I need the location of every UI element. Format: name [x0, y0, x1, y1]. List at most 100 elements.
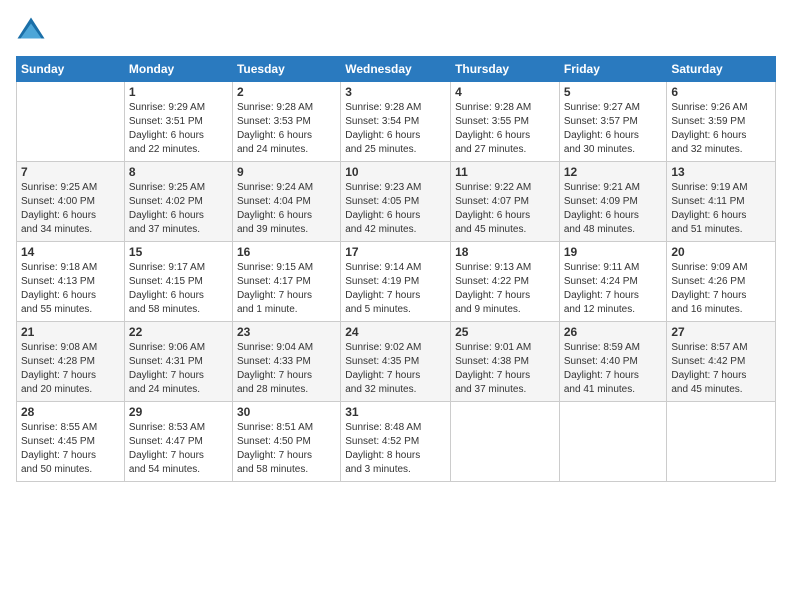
calendar-cell: 19Sunrise: 9:11 AMSunset: 4:24 PMDayligh… — [559, 242, 667, 322]
day-number: 2 — [237, 85, 336, 99]
day-number: 14 — [21, 245, 120, 259]
day-number: 23 — [237, 325, 336, 339]
calendar-cell: 18 Sunrise: 9:13 AMSunset: 4:22 PMDayligh… — [451, 242, 560, 322]
calendar-week-row: 14 Sunrise: 9:18 AMSunset: 4:13 PMDayligh… — [17, 242, 776, 322]
day-info: Sunrise: 8:51 AMSunset: 4:50 PMDaylight:… — [237, 421, 336, 477]
calendar-header-saturday: Saturday — [667, 57, 776, 82]
calendar-cell: 20 Sunrise: 9:09 AMSunset: 4:26 PMDayligh… — [667, 242, 776, 322]
day-number: 28 — [21, 405, 120, 419]
day-number: 16 — [237, 245, 336, 259]
calendar-cell: 6Sunrise: 9:26 AMSunset: 3:59 PMDaylight… — [667, 82, 776, 162]
calendar-cell: 30 Sunrise: 8:51 AMSunset: 4:50 PMDayligh… — [232, 402, 340, 482]
calendar-cell: 8 Sunrise: 9:25 AMSunset: 4:02 PMDaylight… — [124, 162, 232, 242]
day-info: Sunrise: 9:28 AMSunset: 3:55 PMDaylight:… — [455, 101, 555, 157]
day-info: Sunrise: 9:25 AMSunset: 4:00 PMDaylight:… — [21, 181, 120, 237]
day-info: Sunrise: 8:53 AMSunset: 4:47 PMDaylight:… — [129, 421, 228, 477]
calendar-week-row: 28 Sunrise: 8:55 AMSunset: 4:45 PMDayligh… — [17, 402, 776, 482]
day-number: 30 — [237, 405, 336, 419]
calendar-cell: 15 Sunrise: 9:17 AMSunset: 4:15 PMDayligh… — [124, 242, 232, 322]
calendar-week-row: 1 Sunrise: 9:29 AMSunset: 3:51 PMDaylight… — [17, 82, 776, 162]
day-info: Sunrise: 9:28 AMSunset: 3:54 PMDaylight:… — [345, 101, 446, 157]
calendar-cell: 22Sunrise: 9:06 AMSunset: 4:31 PMDayligh… — [124, 322, 232, 402]
calendar-header-thursday: Thursday — [451, 57, 560, 82]
page: SundayMondayTuesdayWednesdayThursdayFrid… — [0, 0, 792, 612]
day-number: 21 — [21, 325, 120, 339]
calendar-cell: 14 Sunrise: 9:18 AMSunset: 4:13 PMDayligh… — [17, 242, 125, 322]
day-info: Sunrise: 9:26 AMSunset: 3:59 PMDaylight:… — [671, 101, 771, 157]
day-number: 10 — [345, 165, 446, 179]
calendar-cell: 23 Sunrise: 9:04 AMSunset: 4:33 PMDayligh… — [232, 322, 340, 402]
day-info: Sunrise: 9:04 AMSunset: 4:33 PMDaylight:… — [237, 341, 336, 397]
day-info: Sunrise: 9:28 AMSunset: 3:53 PMDaylight:… — [237, 101, 336, 157]
calendar-cell: 2 Sunrise: 9:28 AMSunset: 3:53 PMDaylight… — [232, 82, 340, 162]
day-info: Sunrise: 9:08 AMSunset: 4:28 PMDaylight:… — [21, 341, 120, 397]
day-number: 4 — [455, 85, 555, 99]
day-info: Sunrise: 9:18 AMSunset: 4:13 PMDaylight:… — [21, 261, 120, 317]
calendar-header-row: SundayMondayTuesdayWednesdayThursdayFrid… — [17, 57, 776, 82]
calendar-cell: 25Sunrise: 9:01 AMSunset: 4:38 PMDayligh… — [451, 322, 560, 402]
calendar-week-row: 7 Sunrise: 9:25 AMSunset: 4:00 PMDaylight… — [17, 162, 776, 242]
calendar-cell: 11 Sunrise: 9:22 AMSunset: 4:07 PMDayligh… — [451, 162, 560, 242]
day-info: Sunrise: 9:02 AMSunset: 4:35 PMDaylight:… — [345, 341, 446, 397]
day-number: 31 — [345, 405, 446, 419]
calendar-header-tuesday: Tuesday — [232, 57, 340, 82]
day-number: 11 — [455, 165, 555, 179]
calendar-cell: 12 Sunrise: 9:21 AMSunset: 4:09 PMDayligh… — [559, 162, 667, 242]
day-number: 26 — [564, 325, 663, 339]
calendar-header-monday: Monday — [124, 57, 232, 82]
calendar-cell: 1 Sunrise: 9:29 AMSunset: 3:51 PMDaylight… — [124, 82, 232, 162]
calendar-cell: 24 Sunrise: 9:02 AMSunset: 4:35 PMDayligh… — [341, 322, 451, 402]
day-info: Sunrise: 9:09 AMSunset: 4:26 PMDaylight:… — [671, 261, 771, 317]
day-info: Sunrise: 9:22 AMSunset: 4:07 PMDaylight:… — [455, 181, 555, 237]
calendar-cell: 7 Sunrise: 9:25 AMSunset: 4:00 PMDaylight… — [17, 162, 125, 242]
day-number: 20 — [671, 245, 771, 259]
calendar-cell: 21 Sunrise: 9:08 AMSunset: 4:28 PMDayligh… — [17, 322, 125, 402]
calendar-cell: 27 Sunrise: 8:57 AMSunset: 4:42 PMDayligh… — [667, 322, 776, 402]
day-info: Sunrise: 9:29 AMSunset: 3:51 PMDaylight:… — [129, 101, 228, 157]
day-number: 27 — [671, 325, 771, 339]
calendar-cell — [451, 402, 560, 482]
header — [16, 16, 776, 46]
day-info: Sunrise: 9:13 AMSunset: 4:22 PMDaylight:… — [455, 261, 555, 317]
day-number: 12 — [564, 165, 663, 179]
calendar-cell: 28 Sunrise: 8:55 AMSunset: 4:45 PMDayligh… — [17, 402, 125, 482]
day-number: 15 — [129, 245, 228, 259]
calendar-cell: 5Sunrise: 9:27 AMSunset: 3:57 PMDaylight… — [559, 82, 667, 162]
day-number: 24 — [345, 325, 446, 339]
day-info: Sunrise: 9:27 AMSunset: 3:57 PMDaylight:… — [564, 101, 663, 157]
day-number: 13 — [671, 165, 771, 179]
day-info: Sunrise: 9:23 AMSunset: 4:05 PMDaylight:… — [345, 181, 446, 237]
day-number: 7 — [21, 165, 120, 179]
day-info: Sunrise: 9:17 AMSunset: 4:15 PMDaylight:… — [129, 261, 228, 317]
day-number: 8 — [129, 165, 228, 179]
day-info: Sunrise: 8:48 AMSunset: 4:52 PMDaylight:… — [345, 421, 446, 477]
day-number: 17 — [345, 245, 446, 259]
day-number: 1 — [129, 85, 228, 99]
day-info: Sunrise: 8:55 AMSunset: 4:45 PMDaylight:… — [21, 421, 120, 477]
logo — [16, 16, 48, 46]
calendar-cell: 9Sunrise: 9:24 AMSunset: 4:04 PMDaylight… — [232, 162, 340, 242]
day-info: Sunrise: 9:01 AMSunset: 4:38 PMDaylight:… — [455, 341, 555, 397]
day-number: 18 — [455, 245, 555, 259]
day-info: Sunrise: 9:21 AMSunset: 4:09 PMDaylight:… — [564, 181, 663, 237]
calendar-cell — [667, 402, 776, 482]
calendar-cell: 3Sunrise: 9:28 AMSunset: 3:54 PMDaylight… — [341, 82, 451, 162]
day-number: 29 — [129, 405, 228, 419]
day-info: Sunrise: 9:24 AMSunset: 4:04 PMDaylight:… — [237, 181, 336, 237]
calendar-header-wednesday: Wednesday — [341, 57, 451, 82]
calendar-cell: 26 Sunrise: 8:59 AMSunset: 4:40 PMDayligh… — [559, 322, 667, 402]
day-info: Sunrise: 8:57 AMSunset: 4:42 PMDaylight:… — [671, 341, 771, 397]
calendar-week-row: 21 Sunrise: 9:08 AMSunset: 4:28 PMDayligh… — [17, 322, 776, 402]
calendar-cell: 31 Sunrise: 8:48 AMSunset: 4:52 PMDayligh… — [341, 402, 451, 482]
calendar-cell: 17 Sunrise: 9:14 AMSunset: 4:19 PMDayligh… — [341, 242, 451, 322]
logo-icon — [16, 16, 46, 46]
day-info: Sunrise: 9:14 AMSunset: 4:19 PMDaylight:… — [345, 261, 446, 317]
calendar-cell: 13 Sunrise: 9:19 AMSunset: 4:11 PMDayligh… — [667, 162, 776, 242]
calendar-table: SundayMondayTuesdayWednesdayThursdayFrid… — [16, 56, 776, 482]
day-info: Sunrise: 9:25 AMSunset: 4:02 PMDaylight:… — [129, 181, 228, 237]
day-info: Sunrise: 8:59 AMSunset: 4:40 PMDaylight:… — [564, 341, 663, 397]
calendar-header-friday: Friday — [559, 57, 667, 82]
calendar-cell: 10 Sunrise: 9:23 AMSunset: 4:05 PMDayligh… — [341, 162, 451, 242]
day-info: Sunrise: 9:11 AMSunset: 4:24 PMDaylight:… — [564, 261, 663, 317]
day-info: Sunrise: 9:19 AMSunset: 4:11 PMDaylight:… — [671, 181, 771, 237]
